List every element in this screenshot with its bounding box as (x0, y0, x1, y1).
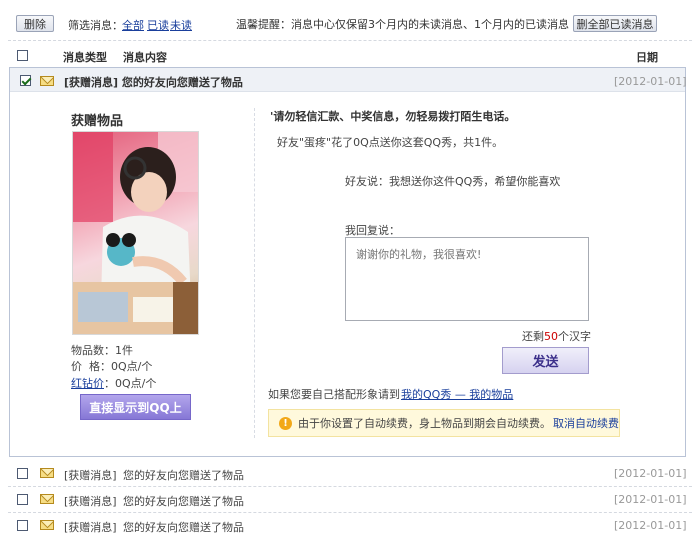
row-divider (8, 486, 692, 487)
red-diamond-price-link[interactable]: 红钻价 (71, 375, 104, 391)
gift-heading: 获赠物品 (71, 114, 124, 129)
message-content[interactable]: 您的好友向您赠送了物品 (123, 493, 244, 509)
envelope-icon (40, 520, 54, 530)
filter-all-link[interactable]: 全部 (122, 17, 144, 33)
header-content: 消息内容 (123, 51, 167, 64)
message-checkbox[interactable] (17, 468, 28, 479)
delete-all-read-button[interactable]: 删全部已读消息 (573, 15, 657, 32)
header-type: 消息类型 (63, 51, 107, 64)
gift-photo (72, 131, 199, 335)
filter-read-link[interactable]: 已读 (147, 17, 169, 33)
column-divider (254, 108, 255, 438)
reply-textarea[interactable] (345, 237, 589, 321)
filter-label: 筛选消息： (68, 19, 123, 32)
row-divider (8, 512, 692, 513)
remaining-prefix: 还剩 (522, 330, 544, 343)
notice-text: 由于你设置了自动续费，身上物品到期会自动续费。 (298, 417, 551, 430)
reminder-text: 温馨提醒：消息中心仅保留3个月内的未读消息、1个月内的已读消息 (236, 18, 569, 31)
photo-illustration (73, 132, 198, 334)
message-type: [获赠消息] (64, 469, 117, 482)
message-content[interactable]: 您的好友向您赠送了物品 (123, 519, 244, 535)
remaining-count: 50 (544, 330, 558, 343)
toolbar-divider (8, 40, 692, 41)
message-date: [2012-01-01] (614, 519, 687, 532)
message-checkbox[interactable] (17, 520, 28, 531)
message-type: [获赠消息] (64, 521, 117, 534)
gift-info: 好友"蛋疼"花了0Q点送你这套QQ秀，共1件。 (277, 136, 504, 149)
envelope-icon (40, 494, 54, 504)
filter-unread-link[interactable]: 未读 (170, 17, 192, 33)
message-content[interactable]: 您的好友向您赠送了物品 (123, 467, 244, 483)
match-prompt: 如果您要自己搭配形象请到 (268, 388, 400, 401)
friend-message: 好友说：我想送你这件QQ秀，希望你能喜欢 (345, 175, 561, 188)
message-checkbox-checked[interactable] (20, 75, 31, 86)
message-date: [2012-01-01] (614, 467, 687, 480)
red-diamond-price-value: ：0Q点/个 (104, 377, 157, 390)
reply-label: 我回复说： (345, 224, 400, 237)
item-price: 价 格：0Q点/个 (71, 360, 153, 373)
my-qqshow-link[interactable]: 我的QQ秀 — 我的物品 (401, 386, 513, 402)
select-all-checkbox[interactable] (17, 50, 28, 61)
show-on-qq-button[interactable]: 直接显示到QQ上 (80, 394, 191, 420)
remaining-suffix: 个汉字 (558, 330, 591, 343)
message-date: [2012-01-01] (614, 493, 687, 506)
warning-icon: ! (279, 416, 292, 430)
header-date: 日期 (636, 51, 658, 64)
send-button[interactable]: 发送 (502, 347, 589, 374)
fraud-warning: '请勿轻信汇款、中奖信息，勿轻易拨打陌生电话。 (270, 110, 516, 123)
expanded-message-title[interactable]: [获赠消息] 您的好友向您赠送了物品 (64, 74, 243, 90)
message-type: [获赠消息] (64, 495, 117, 508)
envelope-icon (40, 468, 54, 478)
envelope-icon (40, 76, 54, 86)
message-checkbox[interactable] (17, 494, 28, 505)
cancel-auto-renew-link[interactable]: 取消自动续费 (553, 415, 619, 431)
auto-renew-notice: ! 由于你设置了自动续费，身上物品到期会自动续费。 取消自动续费 (268, 409, 620, 437)
delete-button[interactable]: 删除 (16, 15, 54, 32)
remaining-chars: 还剩50个汉字 (522, 328, 591, 344)
item-count: 物品数：1件 (71, 344, 133, 357)
expanded-message-date: [2012-01-01] (614, 75, 687, 88)
